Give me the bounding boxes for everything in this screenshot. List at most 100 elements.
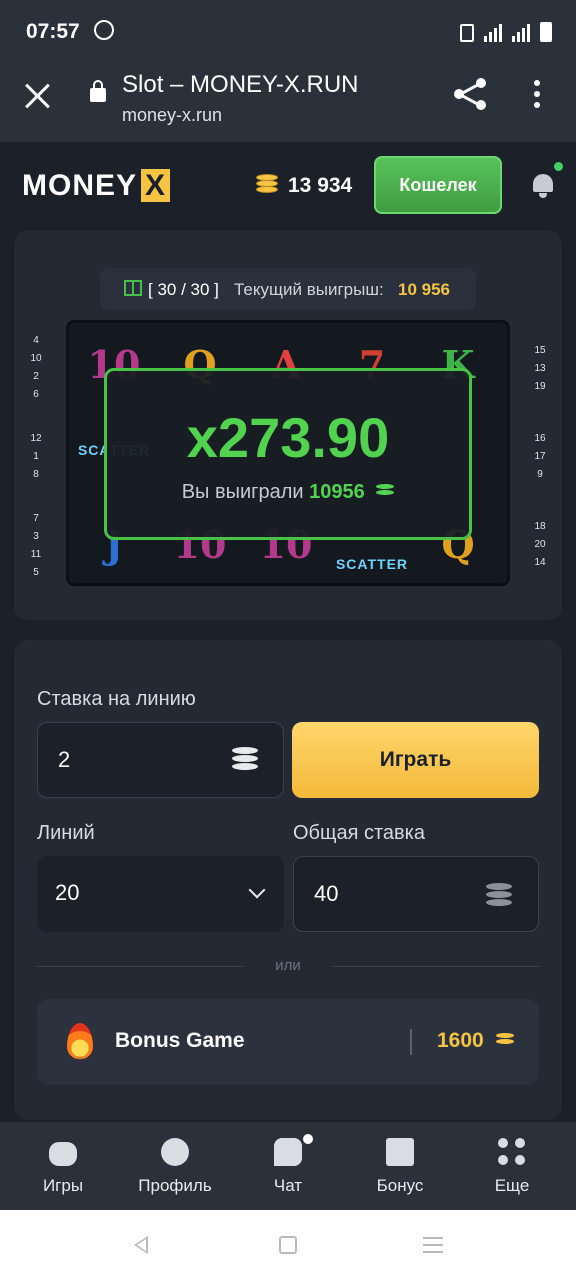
lines-value: 20 (55, 880, 80, 905)
site-header: MONEY X 13 934 Кошелек (0, 142, 576, 228)
free-spins-bar: [ 30 / 30 ] Текущий выигрыш: 10 956 (100, 268, 476, 310)
battery-icon (540, 22, 552, 42)
nav-label: Еще (494, 1176, 530, 1195)
payline-number: 5 (33, 567, 39, 578)
divider (333, 966, 539, 967)
payline-number: 18 (534, 521, 546, 532)
win-message: Вы выиграли 10956 (107, 481, 469, 504)
nav-label: Игры (42, 1176, 84, 1195)
gift-icon (124, 280, 142, 296)
nav-label: Профиль (138, 1176, 212, 1195)
status-icons (460, 22, 552, 42)
payline-number: 17 (534, 451, 546, 462)
logo-x: X (141, 169, 171, 202)
browser-toolbar: Slot – MONEY-X.RUN money-x.run (0, 62, 576, 142)
payline-number: 12 (30, 433, 42, 444)
grid-icon (498, 1138, 526, 1166)
left-paylines: 4 10 2 6 12 1 8 7 3 11 5 (24, 332, 48, 582)
payline-number: 8 (33, 469, 39, 480)
recents-icon[interactable] (423, 1237, 443, 1258)
bell-icon[interactable] (531, 172, 555, 198)
logo-text: MONEY (22, 169, 138, 202)
close-icon[interactable] (24, 82, 52, 110)
coins-icon (256, 174, 278, 196)
nav-label: Чат (273, 1176, 303, 1195)
home-icon[interactable] (279, 1236, 297, 1254)
bottom-nav: Игры Профиль Чат Бонус Еще (0, 1122, 576, 1210)
bonus-price-value: 1600 (437, 1029, 484, 1052)
payline-number: 15 (534, 345, 546, 356)
bonus-game-button[interactable]: Bonus Game 1600 (37, 999, 539, 1085)
or-text: или (275, 957, 301, 974)
divider (410, 1029, 412, 1055)
logo[interactable]: MONEY X (22, 169, 171, 203)
vibrate-icon (460, 24, 474, 42)
fire-icon (67, 1023, 93, 1059)
status-bar: 07:57 (0, 0, 576, 62)
balance: 13 934 (288, 174, 353, 197)
browser-url[interactable]: money-x.run (122, 105, 222, 126)
wallet-button[interactable]: Кошелек (374, 156, 502, 214)
signal-icon (512, 24, 530, 42)
play-button[interactable]: Играть (292, 722, 539, 798)
payline-number: 16 (534, 433, 546, 444)
payline-number: 7 (33, 513, 39, 524)
gamepad-icon (49, 1142, 77, 1166)
nav-more[interactable]: Еще (457, 1122, 567, 1210)
win-text-label: Вы выиграли (181, 481, 304, 503)
coins-stack-icon (486, 883, 512, 907)
line-bet-label: Ставка на линию (37, 688, 196, 710)
lock-icon (90, 80, 106, 102)
chevron-down-icon (248, 881, 266, 899)
signal-lte-icon (484, 24, 502, 42)
payline-number: 10 (30, 353, 42, 364)
payline-number: 9 (537, 469, 543, 480)
nav-label: Бонус (376, 1176, 424, 1195)
payline-number: 4 (33, 335, 39, 346)
browser-title: Slot – MONEY-X.RUN (122, 71, 359, 98)
total-bet-field: 40 (293, 856, 539, 932)
lines-select[interactable]: 20 (37, 856, 284, 932)
chat-unread-dot (303, 1134, 313, 1144)
payline-number: 3 (33, 531, 39, 542)
payline-number: 1 (33, 451, 39, 462)
nav-chat[interactable]: Чат (233, 1122, 343, 1210)
archive-icon (386, 1138, 414, 1166)
nav-profile[interactable]: Профиль (120, 1122, 230, 1210)
coins-icon (376, 484, 395, 500)
notification-dot (554, 162, 563, 171)
total-bet-value: 40 (314, 881, 339, 906)
win-amount: 10956 (309, 481, 365, 503)
nav-bonus[interactable]: Бонус (345, 1122, 455, 1210)
coins-icon (495, 1033, 514, 1049)
win-popup: x273.90 Вы выиграли 10956 (104, 368, 472, 540)
payline-number: 11 (30, 549, 42, 560)
current-win-value: 10 956 (398, 280, 450, 299)
win-multiplier: x273.90 (186, 406, 390, 469)
back-icon[interactable] (134, 1236, 148, 1254)
whatsapp-icon (94, 20, 114, 40)
status-time: 07:57 (26, 20, 80, 43)
total-bet-label: Общая ставка (293, 822, 425, 844)
payline-number: 19 (534, 381, 546, 392)
line-bet-input[interactable]: 2 (37, 722, 284, 798)
lines-label: Линий (37, 822, 95, 844)
payline-number: 13 (534, 363, 546, 374)
nav-games[interactable]: Игры (8, 1122, 118, 1210)
divider (37, 966, 243, 967)
share-icon[interactable] (452, 76, 488, 112)
right-paylines: 15 13 19 16 17 9 18 20 14 (528, 342, 552, 572)
payline-number: 6 (33, 389, 39, 400)
payline-number: 14 (534, 557, 546, 568)
chat-icon (274, 1138, 302, 1166)
free-spins-count: [ 30 / 30 ] (148, 280, 219, 299)
coins-stack-icon (232, 747, 258, 771)
bonus-game-price: 1600 (437, 1029, 514, 1053)
system-nav-bar (0, 1210, 576, 1280)
payline-number: 2 (33, 371, 39, 382)
profile-icon (161, 1138, 189, 1166)
payline-number: 20 (534, 539, 546, 550)
bonus-game-title: Bonus Game (115, 1029, 245, 1052)
more-vert-icon[interactable] (534, 80, 542, 110)
current-win-label: Текущий выигрыш: (234, 280, 384, 299)
